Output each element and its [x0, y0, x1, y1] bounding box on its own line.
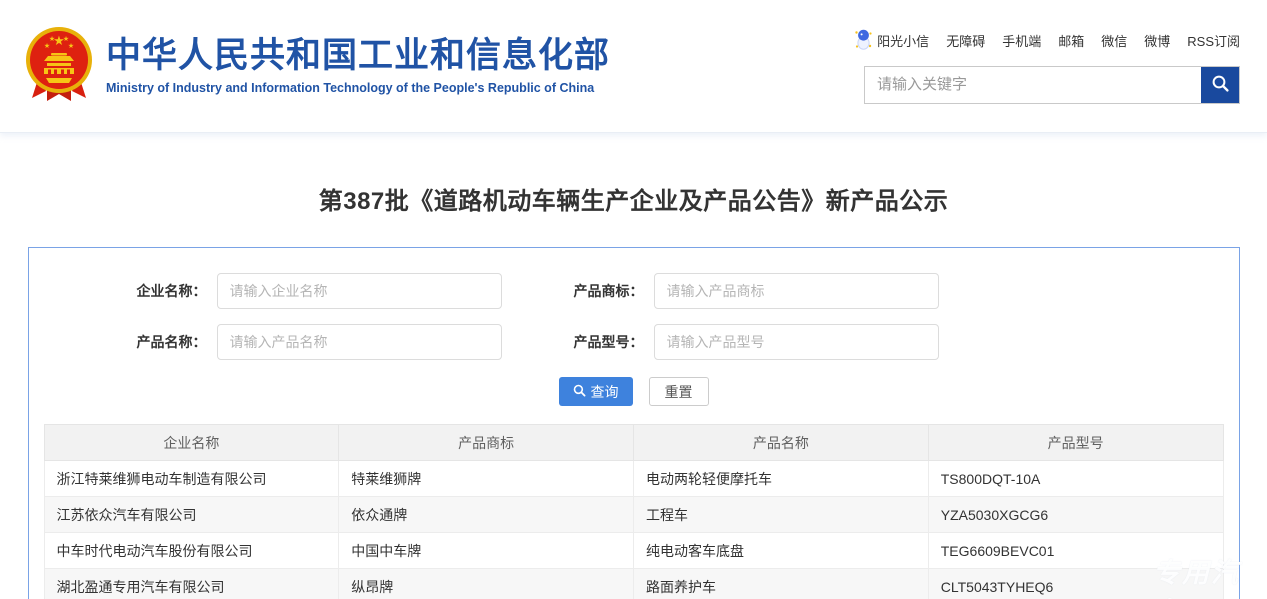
col-header-model: 产品型号 [928, 425, 1223, 461]
col-header-company: 企业名称 [44, 425, 339, 461]
cell-product: 电动两轮轻便摩托车 [634, 461, 929, 497]
product-brand-label: 产品商标： [554, 281, 654, 301]
cell-product: 纯电动客车底盘 [634, 533, 929, 569]
nav-link-wechat[interactable]: 微信 [1101, 31, 1127, 50]
site-title-en: Ministry of Industry and Information Tec… [106, 81, 610, 95]
cell-product: 工程车 [634, 497, 929, 533]
filter-form-row-2: 产品名称： 产品型号： [29, 324, 1239, 360]
table-row: 浙江特莱维狮电动车制造有限公司 特莱维狮牌 电动两轮轻便摩托车 TS800DQT… [44, 461, 1223, 497]
site-search-input[interactable] [865, 67, 1201, 103]
query-button[interactable]: 查询 [559, 377, 633, 406]
national-emblem-logo: ★ ★ ★ ★ ★ [25, 26, 93, 107]
brand: ★ ★ ★ ★ ★ 中华人民共和国工业和信息化部 Ministry of Ind… [25, 26, 610, 107]
nav-link-weibo[interactable]: 微博 [1144, 31, 1170, 50]
page-title: 第387批《道路机动车辆生产企业及产品公告》新产品公示 [0, 181, 1267, 216]
product-name-input[interactable] [217, 324, 502, 360]
field-company-name: 企业名称： [117, 273, 502, 309]
col-header-product: 产品名称 [634, 425, 929, 461]
cell-company: 中车时代电动汽车股份有限公司 [44, 533, 339, 569]
svg-text:★: ★ [68, 42, 74, 50]
product-brand-input[interactable] [654, 273, 939, 309]
cell-brand: 依众通牌 [339, 497, 634, 533]
search-icon [1211, 74, 1230, 96]
cell-company: 浙江特莱维狮电动车制造有限公司 [44, 461, 339, 497]
company-name-label: 企业名称： [117, 281, 217, 301]
top-nav: 阳光小信 无障碍 手机端 邮箱 微信 微博 RSS订阅 [854, 29, 1240, 53]
field-product-brand: 产品商标： [554, 273, 939, 309]
cell-company: 江苏依众汽车有限公司 [44, 497, 339, 533]
nav-link-mail[interactable]: 邮箱 [1058, 31, 1084, 50]
form-actions: 查询 重置 [29, 377, 1239, 406]
nav-link-mascot[interactable]: 阳光小信 [854, 29, 929, 53]
reset-button[interactable]: 重置 [649, 377, 709, 406]
nav-link-accessibility[interactable]: 无障碍 [946, 31, 985, 50]
svg-text:★: ★ [63, 35, 69, 43]
field-product-model: 产品型号： [554, 324, 939, 360]
filter-form-row-1: 企业名称： 产品商标： [29, 273, 1239, 309]
brand-text: 中华人民共和国工业和信息化部 Ministry of Industry and … [106, 37, 610, 95]
cell-company: 湖北盈通专用汽车有限公司 [44, 569, 339, 599]
products-table: 企业名称 产品商标 产品名称 产品型号 浙江特莱维狮电动车制造有限公司 特莱维狮… [44, 424, 1224, 599]
nav-link-mobile[interactable]: 手机端 [1002, 31, 1041, 50]
table-row: 湖北盈通专用汽车有限公司 纵昂牌 路面养护车 CLT5043TYHEQ6 [44, 569, 1223, 599]
cell-model: CLT5043TYHEQ6 [928, 569, 1223, 599]
col-header-brand: 产品商标 [339, 425, 634, 461]
product-model-input[interactable] [654, 324, 939, 360]
cell-product: 路面养护车 [634, 569, 929, 599]
field-product-name: 产品名称： [117, 324, 502, 360]
cell-brand: 中国中车牌 [339, 533, 634, 569]
mascot-robot-icon [854, 29, 873, 53]
announcement-panel: 企业名称： 产品商标： 产品名称： 产品型号： 查询 重置 [28, 247, 1240, 599]
site-title-zh: 中华人民共和国工业和信息化部 [106, 37, 610, 76]
table-row: 江苏依众汽车有限公司 依众通牌 工程车 YZA5030XGCG6 [44, 497, 1223, 533]
site-search-bar [864, 66, 1240, 104]
cell-brand: 特莱维狮牌 [339, 461, 634, 497]
product-name-label: 产品名称： [117, 332, 217, 352]
svg-text:★: ★ [44, 42, 50, 50]
cell-model: TEG6609BEVC01 [928, 533, 1223, 569]
nav-link-rss[interactable]: RSS订阅 [1187, 31, 1240, 50]
cell-model: YZA5030XGCG6 [928, 497, 1223, 533]
svg-text:★: ★ [49, 35, 55, 43]
search-icon [573, 384, 586, 400]
table-row: 中车时代电动汽车股份有限公司 中国中车牌 纯电动客车底盘 TEG6609BEVC… [44, 533, 1223, 569]
site-search-button[interactable] [1201, 67, 1239, 103]
cell-brand: 纵昂牌 [339, 569, 634, 599]
cell-model: TS800DQT-10A [928, 461, 1223, 497]
header-right: 阳光小信 无障碍 手机端 邮箱 微信 微博 RSS订阅 [854, 29, 1240, 104]
product-model-label: 产品型号： [554, 332, 654, 352]
table-header-row: 企业名称 产品商标 产品名称 产品型号 [44, 425, 1223, 461]
site-header: ★ ★ ★ ★ ★ 中华人民共和国工业和信息化部 Ministry of Ind… [0, 0, 1267, 133]
company-name-input[interactable] [217, 273, 502, 309]
